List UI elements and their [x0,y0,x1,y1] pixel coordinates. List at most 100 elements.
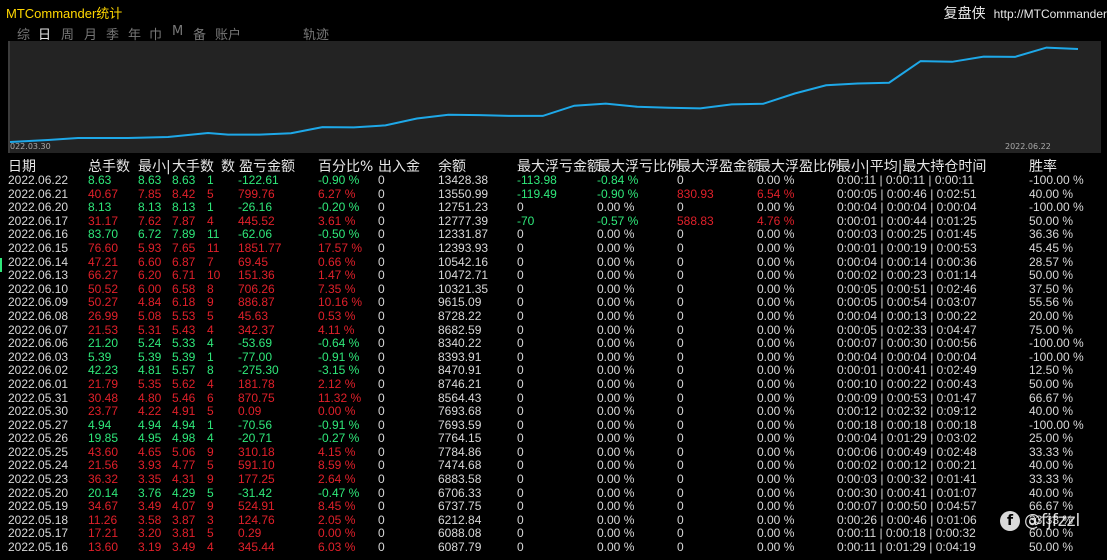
table-row[interactable]: 2022.05.24 21.56 3.93 4.77 5 591.10 8.59 % 0 747… [0,459,1107,473]
cell-min: 3.20 [138,526,162,541]
cell-max: 5.06 [172,444,196,459]
header-6: 百分比% [318,159,374,175]
table-row[interactable]: 2022.05.19 34.67 3.49 4.07 9 524.91 8.45 % 0 673… [0,500,1107,514]
table-row[interactable]: 2022.06.08 26.99 5.08 5.53 5 45.63 0.53 % 0 8728… [0,308,1107,324]
cell-mlp: 0.00 % [597,376,635,391]
cell-max: 5.53 [172,308,196,323]
cell-date: 2022.06.17 [8,213,69,228]
cell-ml: 0 [517,485,524,500]
cell-date: 2022.06.20 [8,200,69,215]
cell-pl: 181.78 [238,376,275,391]
table-row[interactable]: 2022.05.31 30.48 4.80 5.46 6 870.75 11.32 % 0 85… [0,390,1107,406]
table-row[interactable]: 2022.05.26 19.85 4.95 4.98 4 -20.71 -0.27 % 0 77… [0,432,1107,446]
table-row[interactable]: 2022.06.15 76.60 5.93 7.65 11 1851.77 17.57 % 0… [0,240,1107,256]
cell-bal: 13428.38 [438,174,489,187]
table-row[interactable]: 2022.06.01 21.79 5.35 5.62 4 181.78 2.12 % 0 874… [0,376,1107,392]
cell-n: 1 [207,417,214,432]
cell-mpp: 0.00 % [757,376,795,391]
cell-pct: 2.12 % [318,376,356,391]
cell-min: 8.13 [138,200,162,215]
cell-t: 0:00:01 | 0:00:44 | 0:01:25 [837,213,977,228]
cell-pl: 0.29 [238,526,262,541]
cell-date: 2022.05.16 [8,540,69,555]
table-row[interactable]: 2022.06.21 40.67 7.85 8.42 5 799.76 6.27 % 0 135… [0,186,1107,202]
cell-total: 43.60 [88,444,119,459]
cell-win: 50.00 % [1029,376,1074,391]
table-row[interactable]: 2022.05.27 4.94 4.94 4.94 1 -70.56 -0.91 % 0 769… [0,417,1107,433]
cell-t: 0:00:04 | 0:00:14 | 0:00:36 [837,254,977,269]
cell-bal: 8746.21 [438,376,482,391]
table-row[interactable]: 2022.05.16 13.60 3.19 3.49 4 345.44 6.03 % 0 608… [0,540,1107,555]
cell-total: 50.27 [88,295,119,310]
cell-total: 40.67 [88,186,119,201]
cell-min: 4.80 [138,390,162,405]
balance-line [9,46,1079,143]
cell-pl: 310.18 [238,444,275,459]
cell-min: 3.19 [138,540,162,555]
table-row[interactable]: 2022.05.30 23.77 4.22 4.91 5 0.09 0.00 % 0 7693.… [0,404,1107,419]
cell-win: 55.56 % [1029,295,1074,310]
table-row[interactable]: 2022.06.10 50.52 6.00 6.58 8 706.26 7.35 % 0 103… [0,281,1107,297]
cell-pct: 4.11 % [318,322,355,337]
cell-t: 0:00:05 | 0:00:51 | 0:02:46 [837,281,977,296]
cell-mp: 0 [677,254,684,269]
cell-ml: 0 [517,200,524,215]
cell-date: 2022.06.13 [8,268,69,283]
tab-7[interactable]: M [172,24,183,39]
cell-pl: 0.09 [238,404,262,419]
cell-bal: 6212.84 [438,512,482,527]
cell-ml: 0 [517,336,524,351]
cell-min: 5.35 [138,376,162,391]
cell-max: 3.87 [172,512,196,527]
header-0: 日期 [8,159,36,175]
cell-date: 2022.06.10 [8,281,69,296]
cell-min: 6.00 [138,281,162,296]
cell-date: 2022.05.24 [8,458,69,473]
cell-total: 83.70 [88,227,119,242]
cell-mp: 0 [677,458,684,473]
table-row[interactable]: 2022.05.20 20.14 3.76 4.29 5 -31.42 -0.47 % 0 67… [0,485,1107,501]
cell-min: 7.62 [138,213,162,228]
cell-mp: 588.83 [677,213,714,228]
brand-url[interactable]: http://MTCommander [994,7,1107,21]
table-row[interactable]: 2022.06.22 8.63 8.63 8.63 1 -122.61 -0.90 % 0 13… [0,174,1107,188]
table-row[interactable]: 2022.06.16 83.70 6.72 7.89 11 -62.06 -0.50 % 0 1… [0,228,1107,242]
cell-bal: 8340.22 [438,336,482,351]
table-row[interactable]: 2022.06.06 21.20 5.24 5.33 4 -53.69 -0.64 % 0 83… [0,337,1107,351]
cell-win: -100.00 % [1029,336,1084,351]
table-row[interactable]: 2022.06.02 42.23 4.81 5.57 8 -275.30 -3.15 % 0 8… [0,364,1107,378]
cell-mp: 0 [677,322,684,337]
table-row[interactable]: 2022.06.13 66.27 6.20 6.71 10 151.36 1.47 % 0 10… [0,269,1107,283]
cell-total: 31.17 [88,213,119,228]
cell-min: 6.20 [138,268,162,283]
cell-mlp: 0.00 % [597,349,635,364]
cell-win: -100.00 % [1029,174,1084,187]
table-row[interactable]: 2022.06.20 8.13 8.13 8.13 1 -26.16 -0.20 % 0 127… [0,201,1107,215]
cell-t: 0:00:09 | 0:00:53 | 0:01:47 [837,390,977,405]
cell-max: 4.94 [172,417,196,432]
cell-n: 11 [207,240,220,255]
cell-mp: 0 [677,268,684,283]
cell-bal: 7764.15 [438,431,482,446]
table-row[interactable]: 2022.05.18 11.26 3.58 3.87 3 124.76 2.05 % 0 621… [0,512,1107,528]
cell-total: 30.48 [88,390,119,405]
cell-io: 0 [378,512,385,527]
cell-total: 5.39 [88,349,112,364]
cell-mlp: 0.00 % [597,417,635,432]
cell-mlp: 0.00 % [597,390,635,405]
table-row[interactable]: 2022.06.14 47.21 6.60 6.87 7 69.45 0.66 % 0 1054… [0,254,1107,270]
cell-win: 25.00 % [1029,431,1074,446]
cell-total: 8.63 [88,174,112,187]
cell-win: 50.00 % [1029,268,1074,283]
cell-ml: 0 [517,458,524,473]
table-row[interactable]: 2022.05.25 43.60 4.65 5.06 9 310.18 4.15 % 0 778… [0,444,1107,460]
cell-n: 1 [207,174,214,187]
table-row[interactable]: 2022.05.17 17.21 3.20 3.81 5 0.29 0.00 % 0 6088.… [0,527,1107,541]
table-row[interactable]: 2022.06.03 5.39 5.39 5.39 1 -77.00 -0.91 % 0 839… [0,349,1107,365]
table-row[interactable]: 2022.06.17 31.17 7.62 7.87 4 445.52 3.61 % 0 127… [0,213,1107,229]
table-row[interactable]: 2022.06.09 50.27 4.84 6.18 9 886.87 10.16 % 0 96… [0,296,1107,310]
table-row[interactable]: 2022.06.07 21.53 5.31 5.43 4 342.37 4.11 % 0 868… [0,322,1107,338]
table-row[interactable]: 2022.05.23 36.32 3.35 4.31 9 177.25 2.64 % 0 688… [0,472,1107,487]
cell-total: 11.26 [88,512,118,527]
cell-mpp: 0.00 % [757,200,795,215]
